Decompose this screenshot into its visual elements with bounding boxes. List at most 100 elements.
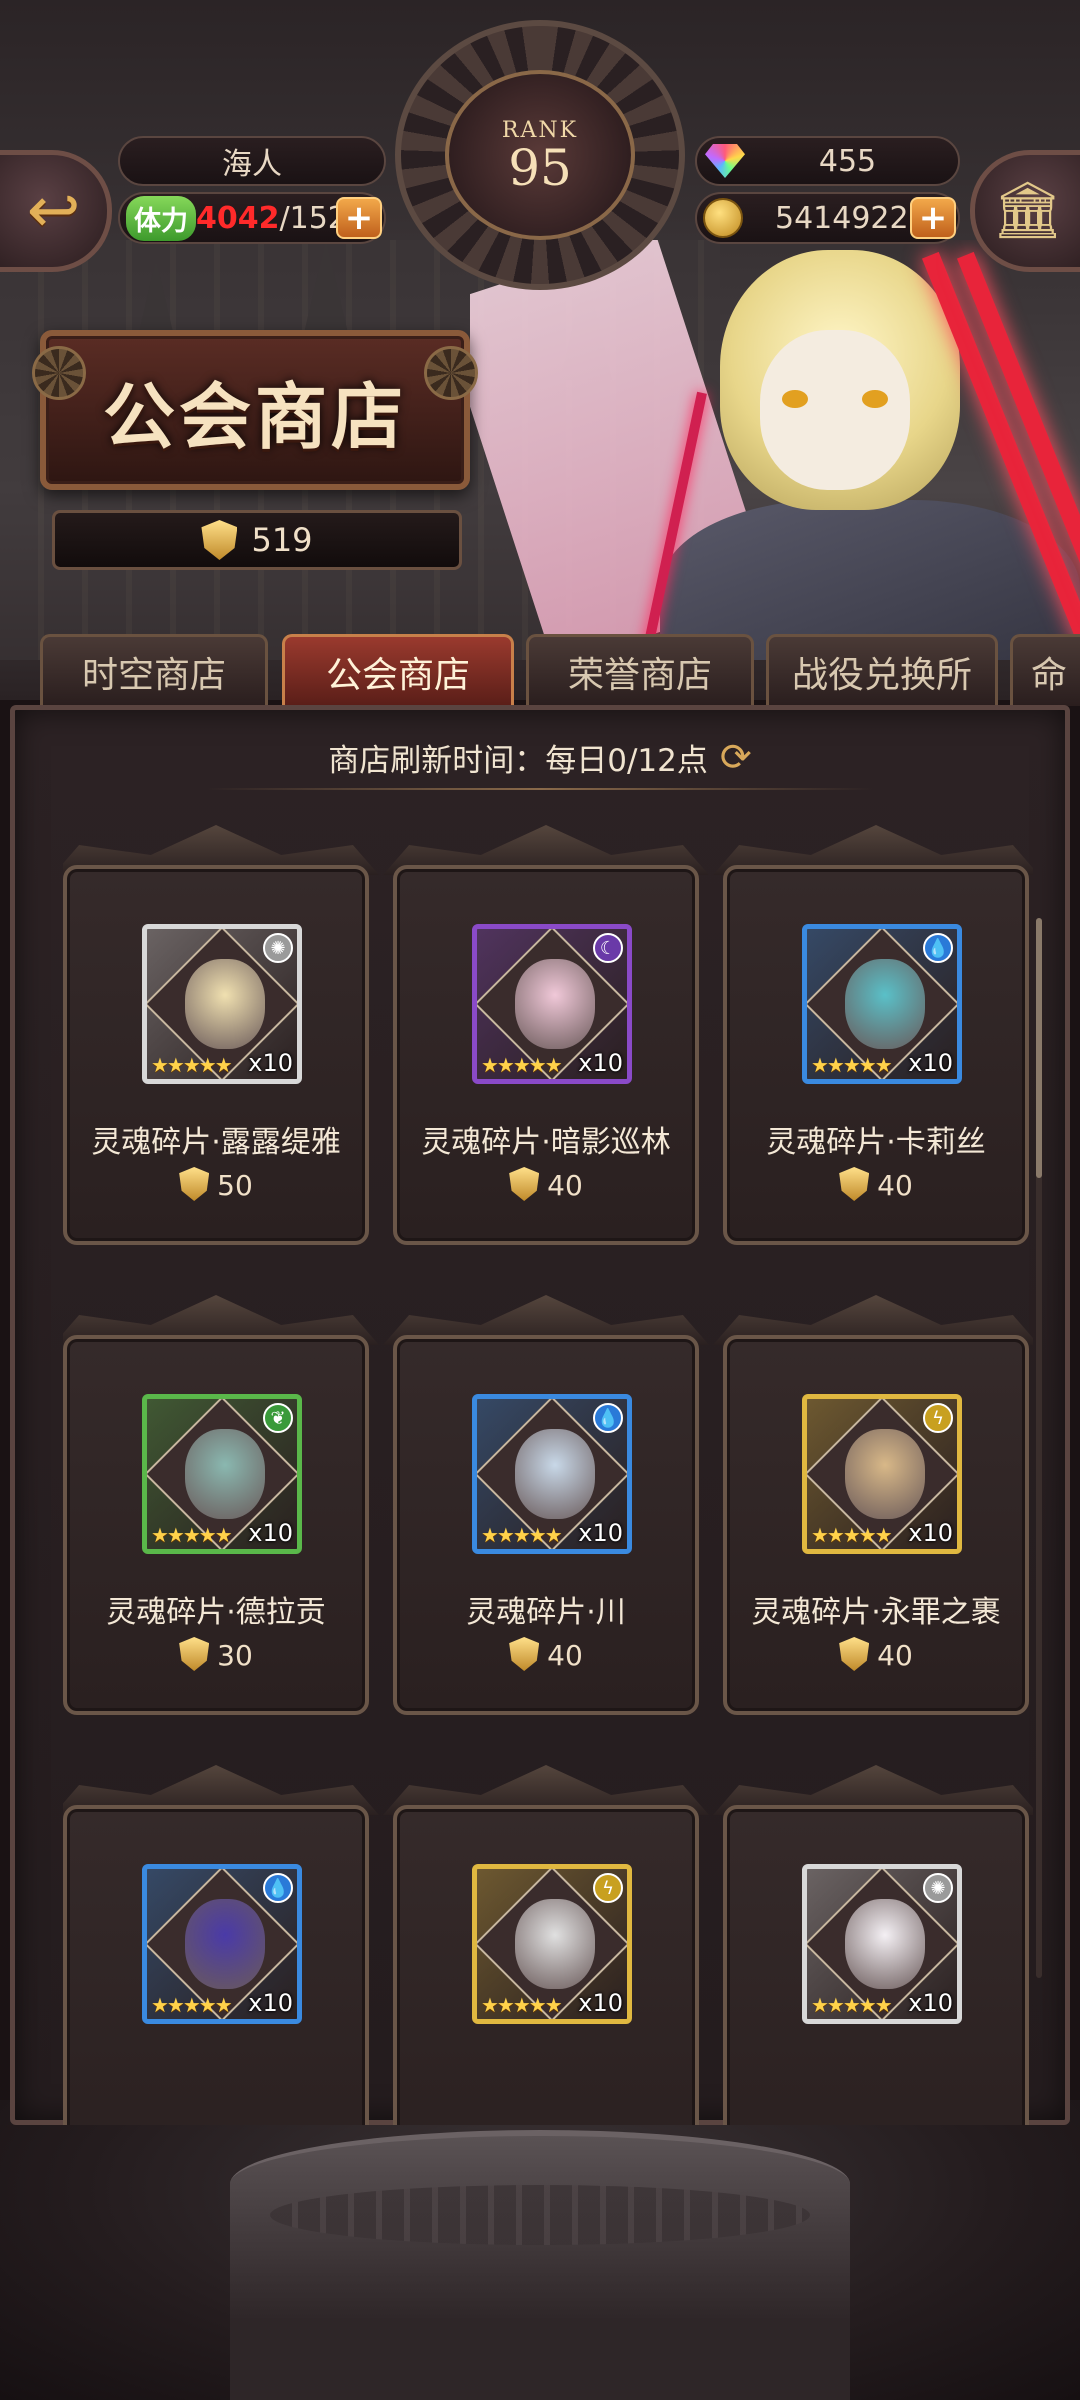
character-face [515, 1899, 595, 1989]
tab-campaign-exchange[interactable]: 战役兑换所 [766, 634, 998, 706]
scrollbar[interactable] [1036, 918, 1042, 1178]
character-face [845, 1899, 925, 1989]
stone-pedestal [230, 2130, 850, 2400]
refresh-info: 商店刷新时间：每日0/12点 ⟳ [15, 732, 1065, 782]
shop-title: 公会商店 [102, 373, 407, 459]
item-portrait: ϟ ★★★★★ x10 [802, 1394, 962, 1554]
gear-icon [32, 346, 86, 400]
hero-character-art [470, 240, 1080, 660]
guild-shield-icon [201, 520, 238, 560]
guild-shield-icon [509, 1637, 540, 1671]
character-face [185, 1899, 265, 1989]
item-name: 灵魂碎片·德拉贡 [106, 1595, 326, 1630]
back-arrow-icon: ↩ [26, 174, 81, 248]
character-face [515, 1429, 595, 1519]
character-face [515, 959, 595, 1049]
guild-building-icon: 🏛 [991, 178, 1064, 243]
shop-panel: 商店刷新时间：每日0/12点 ⟳ ✺ ★★★★★ x10 灵魂碎片·露露缇雅 5… [10, 705, 1070, 2125]
item-quantity: x10 [578, 1049, 623, 1077]
star-rating: ★★★★★ [151, 1993, 233, 2017]
refresh-text: 商店刷新时间：每日0/12点 [328, 742, 708, 779]
item-portrait: ❦ ★★★★★ x10 [142, 1394, 302, 1554]
item-quantity: x10 [578, 1989, 623, 2017]
tab-guild-shop[interactable]: 公会商店 [282, 634, 514, 706]
character-face [845, 1429, 925, 1519]
element-icon: ϟ [593, 1873, 623, 1903]
shop-item-card[interactable]: 💧 ★★★★★ x10 灵魂碎片·川 40 [383, 1295, 709, 1715]
guild-shield-icon [509, 1167, 540, 1201]
shop-item-card[interactable]: ☾ ★★★★★ x10 灵魂碎片·暗影巡林 40 [383, 825, 709, 1245]
star-rating: ★★★★★ [481, 1053, 563, 1077]
item-quantity: x10 [908, 1989, 953, 2017]
element-icon: ❦ [263, 1403, 293, 1433]
shop-item-card[interactable]: ϟ ★★★★★ x10 灵魂碎片·白羽 [383, 1765, 709, 2125]
rank-badge: RANK 95 [395, 20, 685, 290]
star-rating: ★★★★★ [151, 1523, 233, 1547]
shop-title-plaque: 公会商店 [32, 330, 478, 490]
guild-shield-icon [839, 1167, 870, 1201]
refresh-icon[interactable]: ⟳ [720, 735, 752, 779]
item-price: 30 [67, 1637, 365, 1672]
tab-honor-shop[interactable]: 荣誉商店 [526, 634, 754, 706]
item-price: 40 [727, 1167, 1025, 1202]
item-name: 灵魂碎片·川 [466, 1595, 626, 1630]
item-portrait: 💧 ★★★★★ x10 [802, 924, 962, 1084]
add-stamina-button[interactable]: + [336, 197, 382, 239]
character-face [185, 959, 265, 1049]
tab-more[interactable]: 命 [1010, 634, 1080, 706]
item-portrait: ✺ ★★★★★ x10 [142, 924, 302, 1084]
element-icon: 💧 [593, 1403, 623, 1433]
shop-item-card[interactable]: 💧 ★★★★★ x10 灵魂碎片·夜神 [63, 1765, 379, 2125]
item-portrait: 💧 ★★★★★ x10 [142, 1864, 302, 2024]
star-rating: ★★★★★ [811, 1053, 893, 1077]
item-quantity: x10 [578, 1519, 623, 1547]
shop-item-card[interactable]: ✺ ★★★★★ x10 灵魂碎片·白兔 [713, 1765, 1033, 2125]
rank-value: 95 [508, 138, 572, 197]
gem-count: 455 [818, 143, 877, 179]
shop-tabs: 时空商店 公会商店 荣誉商店 战役兑换所 命 [0, 634, 1080, 706]
shop-item-card[interactable]: 💧 ★★★★★ x10 灵魂碎片·卡莉丝 40 [713, 825, 1033, 1245]
item-portrait: 💧 ★★★★★ x10 [472, 1394, 632, 1554]
element-icon: ✺ [263, 933, 293, 963]
item-grid: ✺ ★★★★★ x10 灵魂碎片·露露缇雅 50 ☾ ★★★★★ x10 灵魂碎… [63, 825, 1033, 2125]
item-quantity: x10 [248, 1049, 293, 1077]
item-price: 40 [397, 1637, 695, 1672]
guild-shield-icon [839, 1637, 870, 1671]
gear-icon [424, 346, 478, 400]
element-icon: 💧 [923, 933, 953, 963]
guild-shield-icon [179, 1637, 210, 1671]
star-rating: ★★★★★ [811, 1523, 893, 1547]
item-portrait: ✺ ★★★★★ x10 [802, 1864, 962, 2024]
tab-spacetime-shop[interactable]: 时空商店 [40, 634, 268, 706]
item-name: 灵魂碎片·暗影巡林 [421, 1125, 671, 1160]
item-quantity: x10 [248, 1519, 293, 1547]
add-gold-button[interactable]: + [910, 197, 956, 239]
shop-item-card[interactable]: ❦ ★★★★★ x10 灵魂碎片·德拉贡 30 [63, 1295, 379, 1715]
shop-item-card[interactable]: ✺ ★★★★★ x10 灵魂碎片·露露缇雅 50 [63, 825, 379, 1245]
stamina-current: 4042 [196, 200, 280, 236]
guild-shield-icon [179, 1167, 210, 1201]
element-icon: ϟ [923, 1403, 953, 1433]
item-quantity: x10 [248, 1989, 293, 2017]
guild-currency-amount: 519 [251, 521, 313, 559]
element-icon: ✺ [923, 1873, 953, 1903]
item-price: 40 [727, 1637, 1025, 1672]
star-rating: ★★★★★ [811, 1993, 893, 2017]
item-name: 灵魂碎片·永罪之裹 [751, 1595, 1001, 1630]
character-face [185, 1429, 265, 1519]
gold-count: 5414922 [775, 200, 909, 236]
item-name: 灵魂碎片·露露缇雅 [91, 1125, 341, 1160]
guild-button[interactable]: 🏛 [970, 150, 1080, 272]
stamina-label: 体力 [126, 195, 196, 241]
item-price: 50 [67, 1167, 365, 1202]
star-rating: ★★★★★ [481, 1993, 563, 2017]
star-rating: ★★★★★ [481, 1523, 563, 1547]
element-icon: ☾ [593, 933, 623, 963]
item-name: 灵魂碎片·卡莉丝 [766, 1125, 986, 1160]
character-face [845, 959, 925, 1049]
item-portrait: ☾ ★★★★★ x10 [472, 924, 632, 1084]
item-quantity: x10 [908, 1519, 953, 1547]
shop-item-card[interactable]: ϟ ★★★★★ x10 灵魂碎片·永罪之裹 40 [713, 1295, 1033, 1715]
gold-coin-icon [703, 198, 743, 238]
player-name: 海人 [118, 136, 386, 186]
